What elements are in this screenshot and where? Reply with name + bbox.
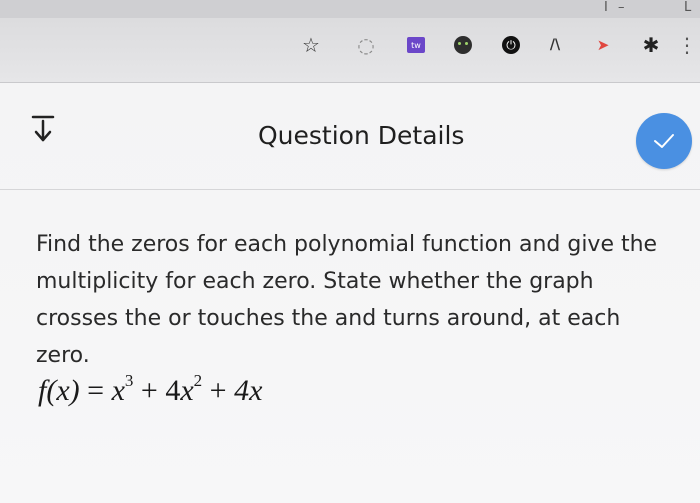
tanuki-icon[interactable] bbox=[452, 34, 474, 56]
question-text: Find the zeros for each polynomial funct… bbox=[36, 232, 658, 368]
question-panel: Question Details Find the zeros for each… bbox=[0, 83, 700, 503]
puzzle-tw-icon[interactable]: tw bbox=[405, 34, 427, 56]
formula-plus-1: + bbox=[140, 374, 158, 407]
formula-term2-base: x bbox=[180, 374, 194, 407]
power-icon[interactable]: ⏻ bbox=[500, 34, 522, 56]
formula-term1-base: x bbox=[111, 374, 125, 407]
star-icon[interactable]: ☆ bbox=[300, 33, 322, 57]
confirm-button[interactable] bbox=[636, 113, 692, 169]
redirect-icon[interactable]: ➤ bbox=[592, 34, 614, 56]
formula-term3: 4x bbox=[234, 374, 263, 407]
formula-plus-2: + bbox=[209, 374, 227, 407]
checkmark-icon bbox=[654, 134, 674, 148]
polynomial-formula: f(x) = x3 + 4x2 + 4x bbox=[38, 371, 263, 408]
wave-icon[interactable]: /\ bbox=[544, 34, 566, 56]
download-icon[interactable] bbox=[30, 113, 56, 143]
tab-strip bbox=[0, 0, 700, 18]
formula-equals: = bbox=[87, 374, 105, 407]
formula-term1-exp: 3 bbox=[124, 371, 134, 390]
window-control-1[interactable]: I bbox=[604, 0, 608, 15]
browser-toolbar: I – L ☆ ◌ tw ⏻ /\ ➤ ✱ ⋮ bbox=[0, 0, 700, 83]
formula-term2-exp: 2 bbox=[193, 371, 203, 390]
page-title: Question Details bbox=[258, 121, 465, 150]
gear-icon[interactable]: ✱ bbox=[640, 33, 662, 57]
formula-lhs: f(x) bbox=[38, 374, 80, 407]
header-divider bbox=[0, 189, 700, 190]
formula-term2-coef: 4 bbox=[165, 374, 181, 407]
menu-dots-icon[interactable]: ⋮ bbox=[676, 33, 698, 57]
minimize-control[interactable]: – bbox=[618, 0, 625, 15]
window-control-3[interactable]: L bbox=[684, 0, 691, 15]
panel-header: Question Details bbox=[0, 83, 700, 189]
refresh-ext-icon[interactable]: ◌ bbox=[355, 33, 377, 57]
